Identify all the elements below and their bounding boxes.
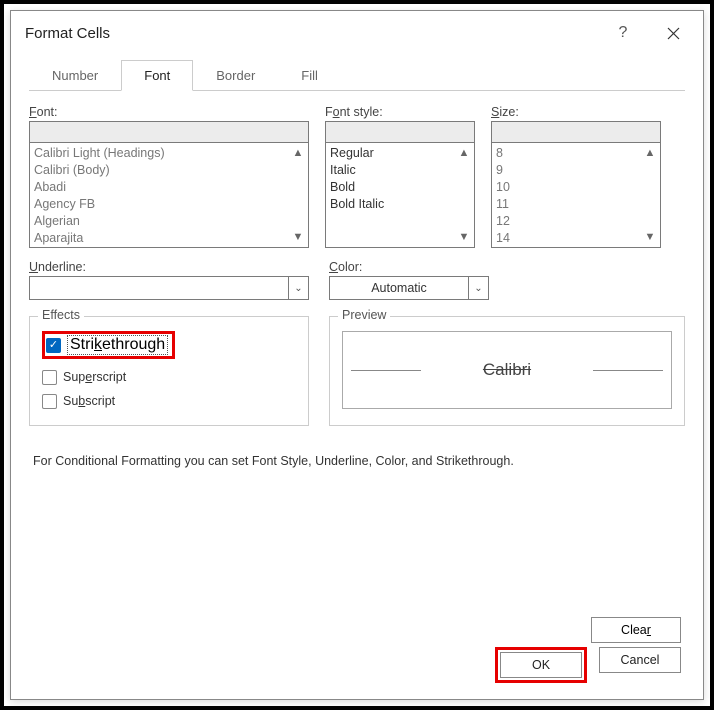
effects-title: Effects [38,308,84,322]
size-label: Size: [491,105,661,119]
list-item[interactable]: Algerian [34,213,304,230]
chevron-down-icon[interactable]: ⌄ [288,277,308,299]
clear-button[interactable]: Clear [591,617,681,643]
underline-combo[interactable]: ⌄ [29,276,309,300]
list-item[interactable]: Calibri Light (Headings) [34,145,304,162]
list-item[interactable]: Italic [330,162,470,179]
scroll-down-icon[interactable]: ▼ [456,229,472,245]
fontstyle-label: Font style: [325,105,475,119]
row-underline-color: Underline: ⌄ Color: Automatic ⌄ [29,260,685,300]
scroll-up-icon[interactable]: ▲ [456,145,472,161]
cancel-button[interactable]: Cancel [599,647,681,673]
font-panel: Font: ▲ ▼ Calibri Light (Headings) Calib… [29,91,685,468]
strikethrough-checkbox[interactable] [46,338,61,353]
clear-row: Clear [591,617,681,643]
list-item[interactable]: Bold [330,179,470,196]
font-list-inner: Calibri Light (Headings) Calibri (Body) … [30,143,308,248]
tab-font[interactable]: Font [121,60,193,91]
dialog-title: Format Cells [25,25,110,42]
list-item[interactable]: Regular [330,145,470,162]
preview-line-left [351,370,421,371]
tab-strip: Number Font Border Fill [29,59,685,91]
scroll-up-icon[interactable]: ▲ [290,145,306,161]
size-input[interactable] [491,121,661,143]
row-font-style-size: Font: ▲ ▼ Calibri Light (Headings) Calib… [29,105,685,248]
subscript-label: Subscript [63,394,115,408]
list-item[interactable]: 11 [496,196,656,213]
dialog-buttons: OK Cancel [495,647,681,683]
tab-number[interactable]: Number [29,60,121,91]
color-value: Automatic [330,277,468,299]
list-item[interactable]: 10 [496,179,656,196]
list-item[interactable]: Bold Italic [330,196,470,213]
close-button[interactable] [659,19,687,47]
color-column: Color: Automatic ⌄ [329,260,489,300]
font-input[interactable] [29,121,309,143]
fontstyle-list-inner: Regular Italic Bold Bold Italic [326,143,474,215]
row-effects-preview: Effects Strikethrough Superscript Subscr… [29,316,685,426]
chevron-down-icon[interactable]: ⌄ [468,277,488,299]
scroll-down-icon[interactable]: ▼ [642,229,658,245]
list-item[interactable]: Calibri (Body) [34,162,304,179]
underline-column: Underline: ⌄ [29,260,309,300]
strikethrough-label: Strikethrough [67,335,168,355]
subscript-checkbox[interactable] [42,394,57,409]
superscript-row: Superscript [42,365,296,389]
list-item[interactable]: 12 [496,213,656,230]
titlebar-controls: ? [609,19,691,47]
size-listbox[interactable]: ▲ ▼ 8 9 10 11 12 14 [491,142,661,248]
titlebar: Format Cells ? [11,11,703,51]
screenshot-frame: Format Cells ? Number Font Border Fill F… [0,0,714,710]
font-column: Font: ▲ ▼ Calibri Light (Headings) Calib… [29,105,309,248]
size-column: Size: ▲ ▼ 8 9 10 11 12 14 [491,105,661,248]
fontstyle-input[interactable] [325,121,475,143]
preview-title: Preview [338,308,390,322]
scroll-up-icon[interactable]: ▲ [642,145,658,161]
subscript-row: Subscript [42,389,296,413]
color-combo[interactable]: Automatic ⌄ [329,276,489,300]
superscript-checkbox[interactable] [42,370,57,385]
underline-label: Underline: [29,260,309,274]
preview-text: Calibri [483,360,531,380]
color-label: Color: [329,260,489,274]
close-icon [667,27,680,40]
fontstyle-column: Font style: ▲ ▼ Regular Italic Bold Bold… [325,105,475,248]
list-item[interactable]: 8 [496,145,656,162]
preview-box: Calibri [342,331,672,409]
list-item[interactable]: Abadi [34,179,304,196]
dialog-content: Number Font Border Fill Font: ▲ ▼ Calibr… [11,51,703,468]
list-item[interactable]: 14 [496,230,656,247]
help-button[interactable]: ? [609,19,637,47]
font-label: Font: [29,105,309,119]
preview-group: Preview Calibri [329,316,685,426]
format-cells-dialog: Format Cells ? Number Font Border Fill F… [10,10,704,700]
tab-border[interactable]: Border [193,60,278,91]
strikethrough-highlight: Strikethrough [42,331,175,359]
scroll-down-icon[interactable]: ▼ [290,229,306,245]
ok-highlight: OK [495,647,587,683]
list-item[interactable]: Aparajita [34,230,304,247]
effects-group: Effects Strikethrough Superscript Subscr… [29,316,309,426]
size-list-inner: 8 9 10 11 12 14 [492,143,660,248]
tab-fill[interactable]: Fill [278,60,341,91]
ok-button[interactable]: OK [500,652,582,678]
preview-line-right [593,370,663,371]
fontstyle-listbox[interactable]: ▲ ▼ Regular Italic Bold Bold Italic [325,142,475,248]
underline-value [30,277,288,299]
list-item[interactable]: 9 [496,162,656,179]
list-item[interactable]: Agency FB [34,196,304,213]
superscript-label: Superscript [63,370,126,384]
footer-note: For Conditional Formatting you can set F… [33,454,681,468]
font-listbox[interactable]: ▲ ▼ Calibri Light (Headings) Calibri (Bo… [29,142,309,248]
